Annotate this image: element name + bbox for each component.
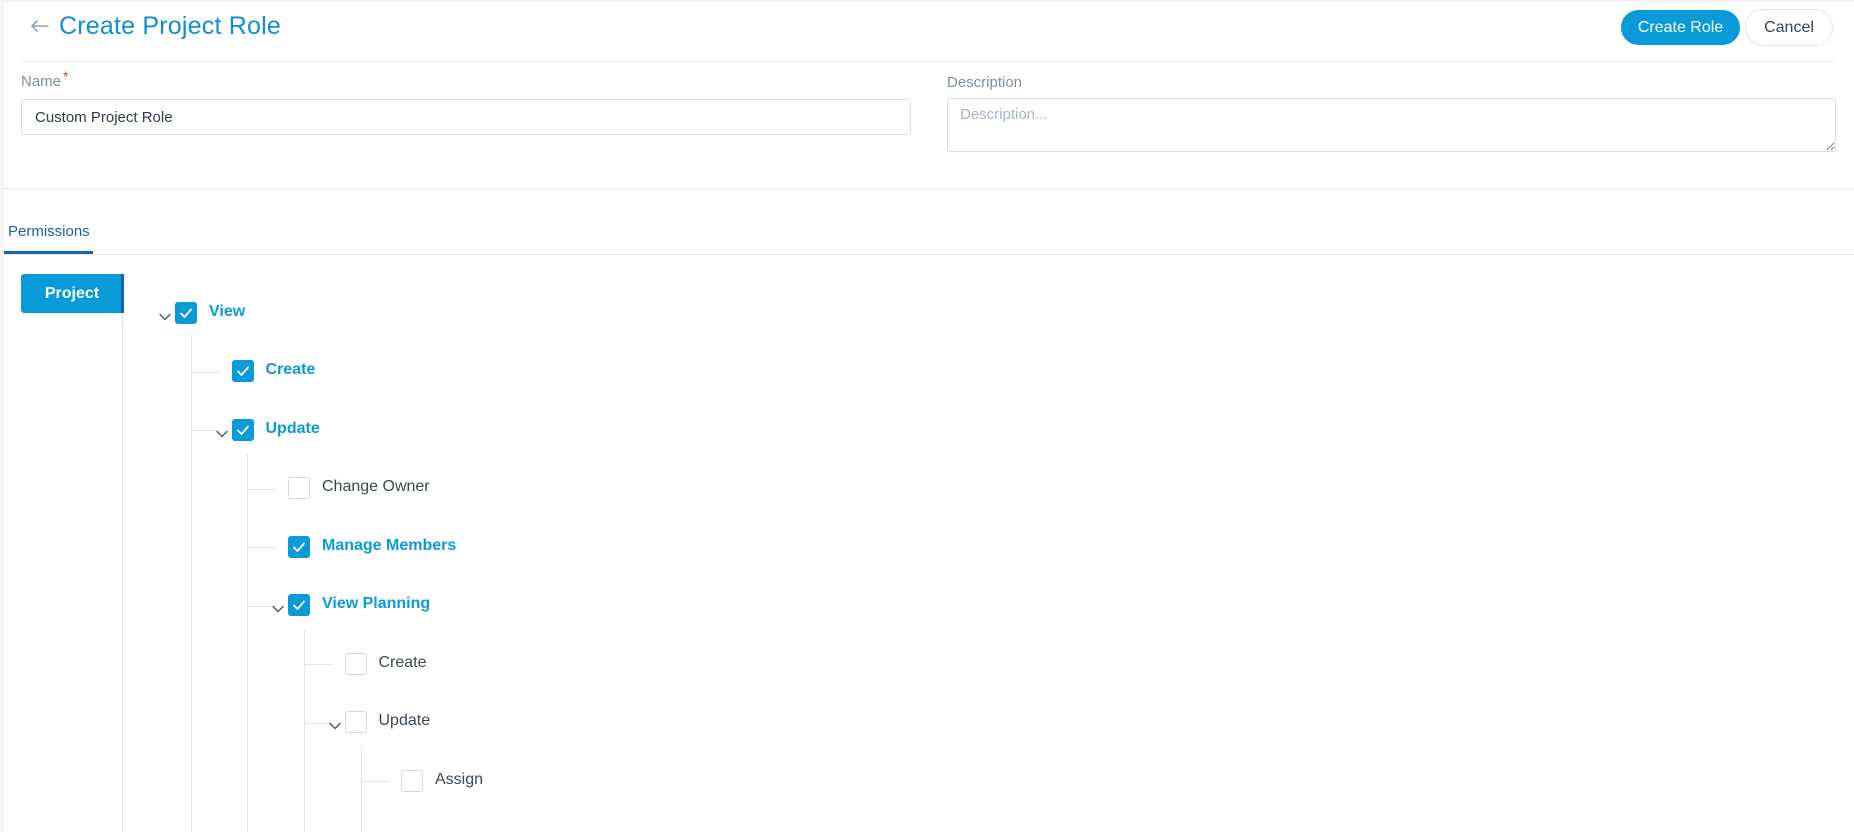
permission-label-manage-members: Manage Members — [322, 537, 457, 554]
tree-line — [304, 630, 305, 832]
name-input[interactable] — [21, 99, 911, 135]
permission-label-change-owner: Change Owner — [322, 478, 430, 495]
permission-label-update: Update — [378, 712, 431, 729]
chevron-down-icon[interactable] — [158, 310, 172, 324]
checkbox-manage-members[interactable] — [288, 536, 310, 558]
cancel-button[interactable]: Cancel — [1745, 9, 1833, 46]
required-mark: * — [63, 68, 69, 84]
sidebar-item-project[interactable]: Project — [21, 274, 123, 313]
header-divider — [21, 61, 1835, 62]
name-label-text: Name — [21, 73, 62, 90]
tree-branch — [362, 781, 390, 782]
permission-label-create: Create — [378, 654, 427, 671]
chevron-down-icon[interactable] — [215, 427, 229, 441]
checkbox-view-planning[interactable] — [288, 594, 310, 616]
permission-label-update: Update — [265, 420, 320, 437]
check-icon — [236, 425, 249, 435]
checkbox-create[interactable] — [231, 360, 254, 382]
chevron-down-icon[interactable] — [328, 719, 342, 733]
arrow-left-icon[interactable] — [28, 14, 52, 38]
chevron-down-icon[interactable] — [271, 602, 285, 616]
description-input[interactable] — [947, 98, 1836, 152]
create-role-button[interactable]: Create Role — [1621, 10, 1740, 45]
permission-label-create: Create — [265, 361, 316, 378]
checkbox-view[interactable] — [175, 302, 197, 324]
tree-line — [247, 454, 248, 832]
tree-line — [361, 747, 362, 832]
create-project-role-page: Create Project Role Create Role Cancel N… — [0, 0, 1854, 832]
tree-branch — [248, 489, 276, 490]
check-icon — [293, 542, 305, 552]
sidebar-active-indicator — [121, 274, 124, 313]
checkbox-create[interactable] — [344, 653, 367, 675]
checkbox-update[interactable] — [231, 419, 254, 441]
page-title: Create Project Role — [59, 12, 281, 40]
top-edge — [0, 0, 1854, 2]
check-icon — [180, 308, 192, 318]
check-icon — [293, 600, 305, 610]
tree-line — [191, 336, 192, 832]
description-label: Description — [947, 74, 1023, 91]
checkbox-update[interactable] — [344, 711, 367, 733]
sidebar-divider — [122, 274, 123, 832]
tree-branch — [305, 664, 333, 665]
tree-branch — [192, 372, 220, 373]
check-icon — [236, 366, 249, 376]
permission-label-assign: Assign — [435, 771, 484, 788]
left-edge — [0, 0, 4, 832]
permission-label-view-planning: View Planning — [322, 595, 431, 612]
form-divider — [4, 188, 1854, 189]
tabs-divider — [4, 254, 1854, 255]
checkbox-change-owner[interactable] — [288, 477, 310, 499]
name-label: Name * — [21, 68, 68, 90]
permission-label-view: View — [209, 303, 246, 320]
tab-permissions[interactable]: Permissions — [8, 223, 90, 240]
checkbox-assign[interactable] — [401, 770, 423, 792]
tree-branch — [248, 547, 276, 548]
